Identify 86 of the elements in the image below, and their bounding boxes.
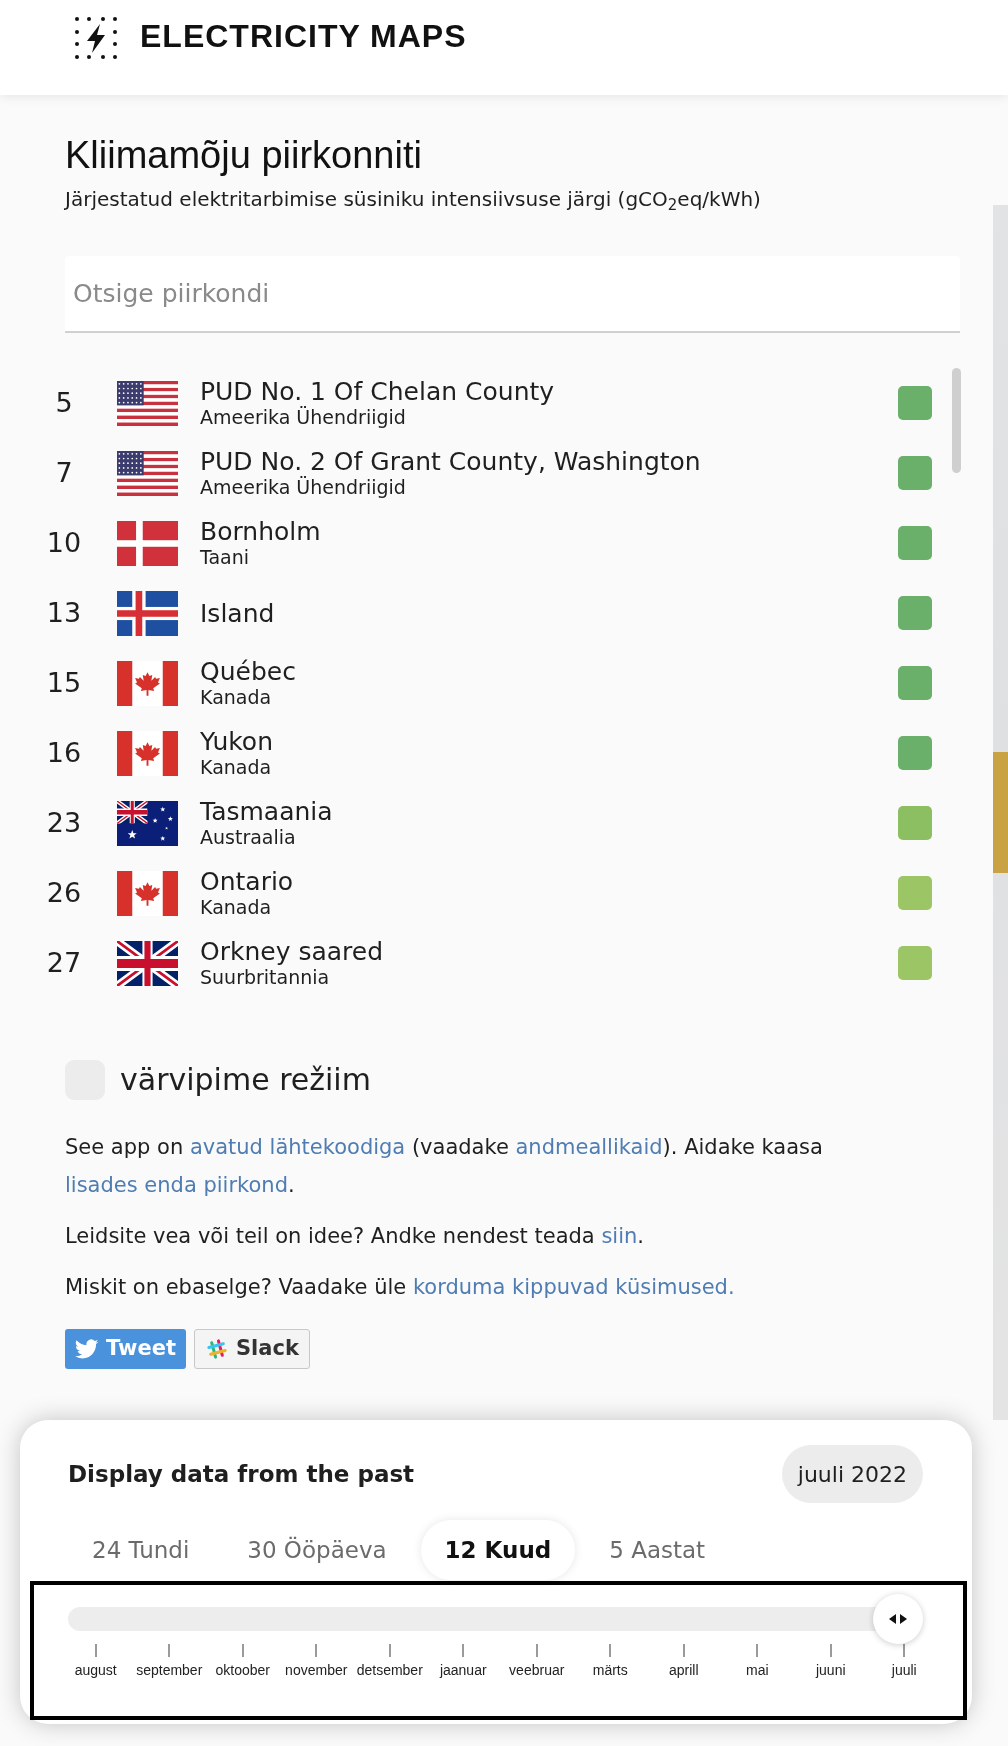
- info-link[interactable]: lisades enda piirkond: [65, 1173, 288, 1197]
- info-link[interactable]: avatud lähtekoodiga: [189, 1135, 406, 1159]
- range-tab[interactable]: 12 Kuud: [420, 1520, 576, 1580]
- month-label: november: [285, 1661, 348, 1679]
- range-tab[interactable]: 5 Aastat: [585, 1520, 730, 1580]
- month-label: jaanuar: [439, 1661, 487, 1679]
- checkbox-label[interactable]: värvipime režiim: [120, 1060, 371, 1100]
- country-name: Suurbritannia: [200, 966, 331, 989]
- info-link[interactable]: siin: [601, 1224, 638, 1248]
- month-label: aprill: [668, 1661, 699, 1679]
- canadian-flag-icon: [117, 730, 178, 776]
- tick-mark: [903, 1644, 906, 1657]
- month-label: veebruar: [509, 1661, 565, 1679]
- info-link[interactable]: korduma kippuvad küsimused.: [412, 1275, 735, 1299]
- month-label: märts: [592, 1661, 628, 1679]
- zone-name[interactable]: Island: [200, 598, 898, 628]
- month-label: oktoober: [215, 1661, 270, 1679]
- slider-handle[interactable]: [873, 1594, 923, 1644]
- american-flag-icon: [117, 380, 178, 426]
- zone-name[interactable]: Bornholm: [200, 517, 898, 546]
- month-label: mai: [745, 1661, 769, 1679]
- rank-number: 5: [54, 385, 74, 420]
- rank-number: 26: [45, 875, 83, 910]
- panel-title: Kliimamõju piirkonniti: [65, 133, 423, 178]
- tick-mark: [168, 1644, 171, 1657]
- zone-name[interactable]: Ontario: [200, 867, 898, 896]
- tick-mark: [829, 1644, 832, 1657]
- search-field[interactable]: Otsige piirkondi: [65, 256, 960, 333]
- info-paragraph: Miskit on ebaselge? Vaadake üle korduma kippuvad küsimused.: [65, 1274, 736, 1301]
- info-link[interactable]: andmeallikaid: [515, 1135, 663, 1159]
- tick-mark: [315, 1644, 318, 1657]
- rank-number: 27: [45, 945, 83, 980]
- country-name: Ameerika Ühendriigid: [200, 406, 407, 429]
- tick-mark: [462, 1644, 465, 1657]
- scrollbar[interactable]: [952, 368, 961, 473]
- tick-mark: [535, 1644, 538, 1657]
- tick-mark: [94, 1644, 97, 1657]
- zone-name[interactable]: PUD No. 1 Of Chelan County: [200, 377, 898, 406]
- lightning-logo-icon[interactable]: [74, 16, 118, 60]
- month-label: september: [136, 1661, 203, 1679]
- danish-flag-icon: [117, 520, 178, 566]
- icelandic-flag-icon: [117, 590, 178, 636]
- month-label: juuli: [891, 1661, 917, 1679]
- tick-mark: [241, 1644, 244, 1657]
- rank-number: 16: [45, 735, 83, 770]
- date-badge: juuli 2022: [781, 1445, 923, 1503]
- british-flag-icon: [117, 940, 178, 986]
- tick-mark: [756, 1644, 759, 1657]
- zone-name[interactable]: Yukon: [200, 727, 898, 756]
- rank-number: 10: [45, 525, 83, 560]
- bird-icon: [75, 1338, 99, 1360]
- australian-flag-icon: [117, 800, 178, 846]
- slack-button[interactable]: Slack: [193, 1329, 310, 1369]
- zone-name[interactable]: PUD No. 2 Of Grant County, Washington: [200, 447, 898, 476]
- info-paragraph: Leidsite vea või teil on idee? Andke nendest teada siin.: [65, 1223, 645, 1250]
- rank-number: 15: [45, 665, 83, 700]
- canadian-flag-icon: [117, 660, 178, 706]
- left-right-arrows-icon: [889, 1614, 907, 1624]
- timeline-track[interactable]: [68, 1594, 923, 1644]
- country-name: Ameerika Ühendriigid: [200, 476, 407, 499]
- range-tab[interactable]: 24 Tundi: [68, 1520, 214, 1580]
- tick-mark: [609, 1644, 612, 1657]
- hash-icon: [204, 1337, 229, 1361]
- logo-wordmark[interactable]: ELECTRICITY MAPS: [140, 16, 467, 56]
- tick-mark: [682, 1644, 685, 1657]
- panel-subtitle: Järjestatud elektritarbimise süsiniku intensiivsuse järgi (gCO$_{2}$eq/kWh): [65, 186, 762, 212]
- country-name: Taani: [200, 546, 251, 569]
- country-name: Austraalia: [200, 826, 297, 849]
- rank-number: 23: [45, 805, 83, 840]
- country-name: Kanada: [200, 686, 273, 709]
- zone-name[interactable]: Orkney saared: [200, 937, 898, 966]
- zone-name[interactable]: Québec: [200, 657, 898, 686]
- month-label: juuni: [815, 1661, 846, 1679]
- rank-number: 13: [45, 595, 83, 630]
- zone-name[interactable]: Tasmaania: [200, 797, 898, 826]
- month-label: detsember: [356, 1661, 423, 1679]
- range-tab[interactable]: 30 Ööpäeva: [223, 1520, 411, 1580]
- rank-number: 7: [54, 455, 74, 490]
- card-title: Display data from the past: [68, 1459, 415, 1489]
- tick-mark: [388, 1644, 391, 1657]
- american-flag-icon: [117, 450, 178, 496]
- month-label: august: [74, 1661, 117, 1679]
- canadian-flag-icon: [117, 870, 178, 916]
- country-name: Kanada: [200, 756, 273, 779]
- info-paragraph: See app on avatud lähtekoodiga (vaadake andmeallikaid). Aidake kaasa lisades enda piirkond.: [65, 1134, 824, 1199]
- country-name: Kanada: [200, 896, 273, 919]
